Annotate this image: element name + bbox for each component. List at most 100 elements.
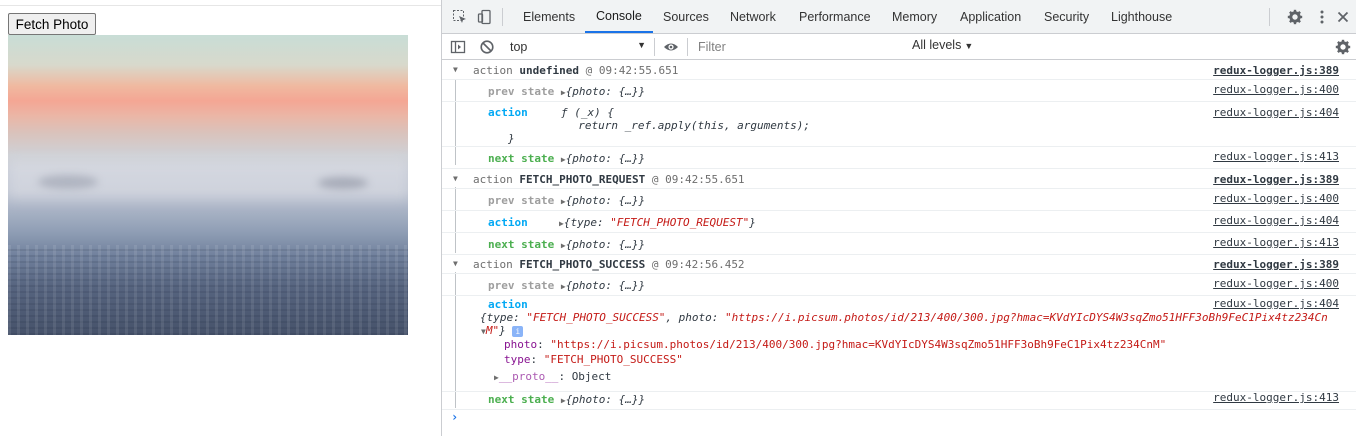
photo-sea-texture [8, 245, 408, 335]
action-key: action [488, 216, 528, 229]
group-action-type: FETCH_PHOTO_REQUEST [519, 173, 646, 186]
next-state-value[interactable]: {photo: {…}} [566, 393, 645, 406]
log-row-prev-state: prev state ▶{photo: {…}} redux-logger.js… [442, 189, 1356, 211]
source-link[interactable]: redux-logger.js:404 [1213, 214, 1339, 227]
log-group-header[interactable]: ▼ action undefined @ 09:42:55.651 redux-… [442, 60, 1356, 80]
prev-state-value[interactable]: {photo: {…}} [566, 279, 645, 292]
source-link[interactable]: redux-logger.js:413 [1213, 391, 1339, 404]
prev-state-key: prev state [488, 85, 555, 98]
filter-input[interactable] [694, 37, 904, 57]
close-icon[interactable] [1335, 9, 1351, 25]
action-summary-close: } [499, 324, 506, 337]
tab-elements[interactable]: Elements [523, 0, 575, 33]
action-function-line: ƒ (_x) { [561, 106, 614, 119]
group-action-word: action [473, 64, 513, 77]
tab-lighthouse[interactable]: Lighthouse [1111, 0, 1172, 33]
photo-prop-value: "https://i.picsum.photos/id/213/400/300.… [550, 338, 1167, 351]
info-icon[interactable]: i [512, 325, 524, 337]
group-timestamp: @ 09:42:55.651 [585, 64, 679, 77]
next-state-key: next state [488, 393, 555, 406]
source-link[interactable]: redux-logger.js:404 [1213, 297, 1339, 310]
next-state-value[interactable]: {photo: {…}} [566, 238, 645, 251]
source-link[interactable]: redux-logger.js:389 [1213, 64, 1339, 77]
group-action-word: action [473, 258, 513, 271]
action-summary-photo: "https://i.picsum.photos/id/213/400/300.… [725, 311, 1328, 324]
next-state-key: next state [488, 238, 555, 251]
log-group-header[interactable]: ▼ action FETCH_PHOTO_SUCCESS @ 09:42:56.… [442, 254, 1356, 274]
app-page: Fetch Photo [0, 0, 441, 436]
prev-state-value[interactable]: {photo: {…}} [566, 85, 645, 98]
source-link[interactable]: redux-logger.js:400 [1213, 192, 1339, 205]
toolbar-divider [687, 38, 688, 56]
fetch-photo-button[interactable]: Fetch Photo [8, 13, 96, 35]
device-toolbar-icon[interactable] [477, 9, 493, 25]
action-summary-wrap: M" [485, 324, 500, 337]
action-key: action [488, 298, 528, 311]
prev-state-key: prev state [488, 194, 555, 207]
proto-prop-value: Object [571, 370, 612, 383]
console-prompt[interactable]: › [451, 410, 458, 424]
group-action-type: FETCH_PHOTO_SUCCESS [519, 258, 646, 271]
tab-console[interactable]: Console [585, 0, 653, 33]
prev-state-value[interactable]: {photo: {…}} [566, 194, 645, 207]
clear-console-icon[interactable] [479, 39, 495, 55]
action-summary-type: "FETCH_PHOTO_SUCCESS" [526, 311, 666, 324]
expand-triangle-icon[interactable]: ▼ [453, 65, 458, 74]
group-action-word: action [473, 173, 513, 186]
log-row-next-state: next state ▶{photo: {…}} redux-logger.js… [442, 233, 1356, 255]
devtools-tabbar: Elements Console Sources Network Perform… [442, 0, 1356, 34]
action-summary-open: {type: [480, 311, 527, 324]
source-link[interactable]: redux-logger.js:404 [1213, 106, 1339, 119]
tab-security[interactable]: Security [1044, 0, 1089, 33]
prev-state-key: prev state [488, 279, 555, 292]
source-link[interactable]: redux-logger.js:413 [1213, 236, 1339, 249]
source-link[interactable]: redux-logger.js:413 [1213, 150, 1339, 163]
settings-gear-icon[interactable] [1287, 9, 1303, 25]
console-filterbar: top ▼ All levels▼ [442, 34, 1356, 60]
group-timestamp: @ 09:42:55.651 [651, 173, 745, 186]
log-row-next-state: next state ▶{photo: {…}} redux-logger.js… [442, 388, 1356, 410]
tab-application[interactable]: Application [960, 0, 1021, 33]
log-row-prev-state: prev state ▶{photo: {…}} redux-logger.js… [442, 274, 1356, 296]
photo-prop-key: photo [504, 338, 538, 351]
action-function-body: return _ref.apply(this, arguments); [565, 119, 811, 132]
context-select[interactable]: top ▼ [510, 36, 646, 57]
chevron-down-icon: ▼ [964, 41, 974, 51]
type-prop-value: "FETCH_PHOTO_SUCCESS" [543, 353, 683, 366]
sidebar-toggle-icon[interactable] [450, 39, 466, 55]
devtools-panel: Elements Console Sources Network Perform… [441, 0, 1356, 436]
group-timestamp: @ 09:42:56.452 [651, 258, 745, 271]
source-link[interactable]: redux-logger.js:389 [1213, 258, 1339, 271]
log-levels-label: All levels [912, 38, 962, 52]
tab-sources[interactable]: Sources [663, 0, 709, 33]
log-group-header[interactable]: ▼ action FETCH_PHOTO_REQUEST @ 09:42:55.… [442, 169, 1356, 189]
more-options-icon[interactable] [1314, 9, 1330, 25]
live-expression-eye-icon[interactable] [663, 39, 679, 55]
log-row-next-state: next state ▶{photo: {…}} redux-logger.js… [442, 147, 1356, 169]
proto-prop-key[interactable]: __proto__ [499, 370, 559, 383]
log-row-action: action ▶{type: "FETCH_PHOTO_REQUEST"} re… [442, 211, 1356, 233]
expand-triangle-icon[interactable]: ▼ [453, 259, 458, 268]
tab-memory[interactable]: Memory [892, 0, 937, 33]
action-object-close: } [749, 216, 756, 229]
tab-network[interactable]: Network [730, 0, 776, 33]
photo-haze [318, 177, 368, 189]
next-state-value[interactable]: {photo: {…}} [566, 152, 645, 165]
console-output: ▼ action undefined @ 09:42:55.651 redux-… [442, 60, 1356, 436]
context-value: top [510, 39, 528, 54]
tab-performance[interactable]: Performance [799, 0, 871, 33]
console-settings-gear-icon[interactable] [1335, 39, 1351, 55]
source-link[interactable]: redux-logger.js:400 [1213, 83, 1339, 96]
log-row-prev-state: prev state ▶{photo: {…}} redux-logger.js… [442, 80, 1356, 102]
toolbar-divider [654, 38, 655, 56]
log-levels-select[interactable]: All levels ▼ [912, 38, 973, 52]
next-state-key: next state [488, 152, 555, 165]
expand-triangle-icon[interactable]: ▼ [453, 174, 458, 183]
action-type-string: "FETCH_PHOTO_REQUEST" [610, 216, 750, 229]
group-action-type: undefined [519, 64, 579, 77]
inspect-element-icon[interactable] [452, 9, 468, 25]
toolbar-divider [502, 8, 503, 26]
action-key: action [488, 106, 528, 119]
source-link[interactable]: redux-logger.js:389 [1213, 173, 1339, 186]
source-link[interactable]: redux-logger.js:400 [1213, 277, 1339, 290]
